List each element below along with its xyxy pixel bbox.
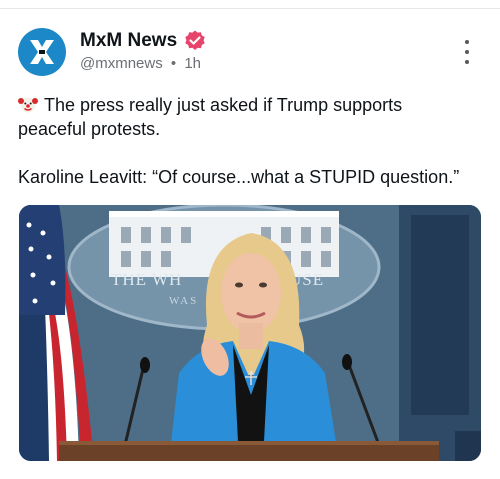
more-options-button[interactable] — [458, 40, 476, 64]
author-name-row[interactable]: MxM News — [80, 29, 207, 53]
post-media-image[interactable]: THE WH USE WAS — [19, 205, 481, 461]
backdrop-subtext: WAS — [169, 295, 198, 307]
author-avatar[interactable] — [18, 28, 66, 76]
briefing-room-photo: THE WH USE WAS — [19, 205, 481, 461]
more-options-icon — [465, 40, 469, 44]
post-card[interactable]: MxM News @mxmnews • 1h The press really … — [0, 0, 500, 479]
post-text-line1: The press really just asked if Trump sup… — [44, 95, 403, 115]
post-text-line2: peaceful protests. — [18, 119, 161, 139]
post-text: The press really just asked if Trump sup… — [18, 93, 488, 189]
handle-row: @mxmnews • 1h — [80, 55, 201, 72]
author-handle[interactable]: @mxmnews — [80, 55, 163, 72]
backdrop-text-left: THE WH — [111, 270, 182, 289]
clown-face-emoji — [18, 97, 38, 113]
post-time[interactable]: 1h — [184, 55, 201, 72]
separator-dot: • — [170, 55, 177, 72]
author-name[interactable]: MxM News — [80, 30, 177, 52]
verified-badge-icon — [185, 30, 205, 50]
post-text-line3: Karoline Leavitt: “Of course...what a ST… — [18, 167, 460, 187]
mxm-logo-icon — [30, 40, 54, 64]
